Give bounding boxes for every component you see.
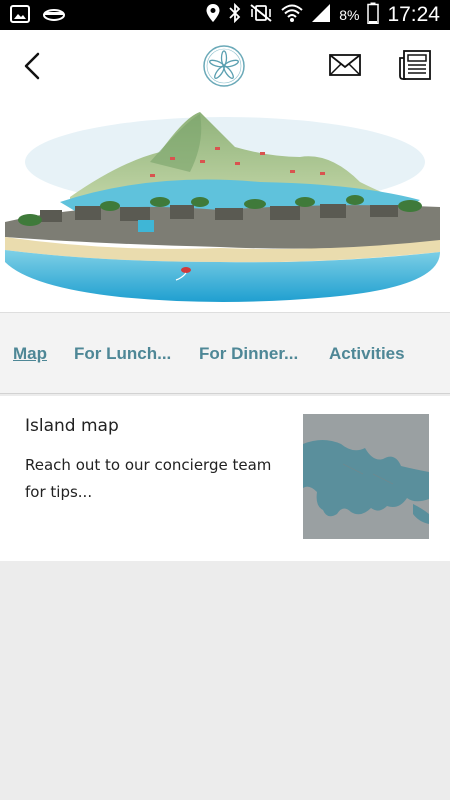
battery-percent: 8%	[339, 7, 360, 23]
battery-icon	[367, 2, 380, 28]
island-map-thumbnail	[303, 414, 429, 539]
status-bar: 8% 17:24	[0, 0, 450, 30]
location-icon	[205, 3, 221, 27]
card-description: Reach out to our concierge team for tips…	[25, 456, 272, 501]
signal-icon	[311, 3, 331, 27]
sand-dollar-logo	[202, 44, 246, 88]
gallery-icon	[10, 5, 30, 27]
island-map-card[interactable]: Island map Reach out to our concierge te…	[0, 396, 450, 561]
tab-activities[interactable]: Activities	[329, 344, 405, 364]
cloud-icon	[42, 6, 66, 26]
newspaper-icon	[399, 50, 431, 80]
tab-for-dinner[interactable]: For Dinner...	[199, 344, 298, 364]
bluetooth-icon	[229, 2, 241, 27]
mail-button[interactable]	[328, 50, 362, 80]
back-button[interactable]	[16, 46, 52, 86]
app-header	[0, 30, 450, 102]
tab-map[interactable]: Map	[13, 344, 47, 364]
envelope-icon	[329, 54, 361, 76]
tab-for-lunch[interactable]: For Lunch...	[74, 344, 171, 364]
vibrate-mute-icon	[249, 3, 273, 27]
clock: 17:24	[387, 3, 440, 26]
news-button[interactable]	[398, 48, 432, 82]
wifi-icon	[281, 3, 303, 27]
card-title: Island map	[25, 416, 119, 436]
chevron-left-icon	[24, 52, 40, 80]
resort-illustration	[0, 102, 450, 312]
category-tabs: Map For Lunch... For Dinner... Activitie…	[0, 312, 450, 394]
